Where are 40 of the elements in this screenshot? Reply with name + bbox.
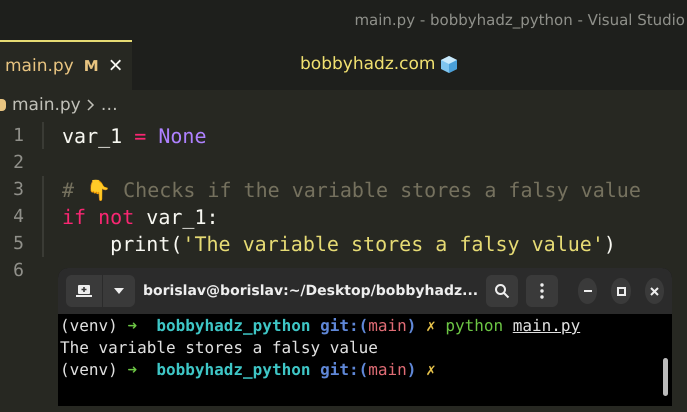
code-line: var_1 = None <box>62 124 207 148</box>
search-icon <box>494 283 510 299</box>
code-line: # 👇 Checks if the variable stores a falsy value <box>62 178 641 202</box>
code-line: if not var_1: <box>62 204 219 228</box>
menu-button[interactable] <box>526 275 558 307</box>
menu-icon <box>540 283 544 299</box>
line-number: 1 <box>12 125 24 146</box>
line-number: 5 <box>12 233 24 254</box>
minimize-button[interactable] <box>578 278 598 304</box>
close-button[interactable] <box>644 278 664 304</box>
maximize-icon <box>616 286 626 296</box>
chevron-icon <box>86 99 95 111</box>
code-line: print('The variable stores a falsy value') <box>109 232 616 256</box>
terminal-title: borislav@borislav:~/Desktop/bobbyhadz... <box>143 283 478 299</box>
new-tab-button[interactable] <box>66 275 102 307</box>
line-number: 2 <box>12 152 24 173</box>
line-number: 4 <box>12 206 24 227</box>
close-button[interactable]: × <box>108 54 123 78</box>
cube-icon <box>439 54 460 74</box>
close-icon <box>650 286 659 296</box>
banner-text: bobbyhadz.com <box>300 54 436 74</box>
breadcrumb[interactable]: main.py <box>12 95 81 115</box>
tab-label: main.py <box>5 56 74 76</box>
line-number: 6 <box>12 260 24 281</box>
terminal-icon <box>76 284 92 298</box>
caret-icon <box>114 288 124 294</box>
editor-tab[interactable]: main.py M × <box>0 40 132 90</box>
breadcrumb[interactable]: … <box>100 95 118 115</box>
terminal-line: (venv) ➜ bobbyhadz_python git:(main) ✗ python main.py <box>60 316 580 337</box>
file-icon <box>0 99 6 111</box>
maximize-button[interactable] <box>611 278 631 304</box>
scrollbar[interactable] <box>663 358 668 396</box>
terminal-line: (venv) ➜ bobbyhadz_python git:(main) ✗ <box>60 360 436 381</box>
minimize-icon <box>584 290 592 292</box>
search-button[interactable] <box>486 275 518 307</box>
dropdown-button[interactable] <box>103 275 135 307</box>
modified-label: M <box>84 57 99 75</box>
terminal-line: The variable stores a falsy value <box>60 338 378 359</box>
line-number: 3 <box>12 179 24 200</box>
window-title: main.py - bobbyhadz_python - Visual Studio <box>354 11 685 29</box>
